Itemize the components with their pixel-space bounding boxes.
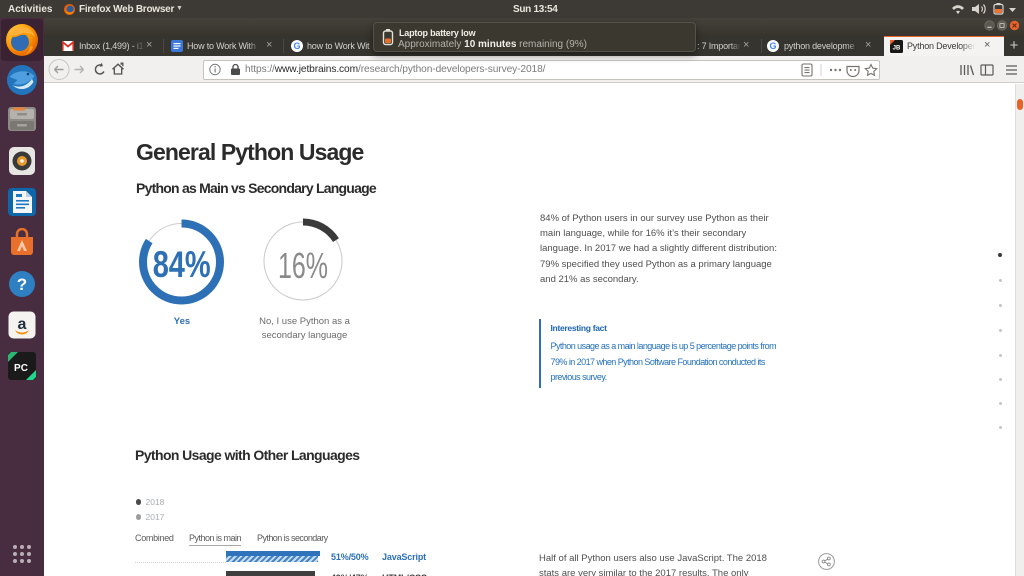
svg-text:PC: PC xyxy=(14,363,28,374)
svg-text:84%: 84% xyxy=(153,244,211,285)
svg-text:G: G xyxy=(293,41,300,51)
svg-text:G: G xyxy=(769,41,776,51)
svg-text:JB: JB xyxy=(893,46,901,52)
svg-text:?: ? xyxy=(17,275,27,294)
svg-text:16%: 16% xyxy=(278,245,328,286)
svg-text:a: a xyxy=(18,316,27,333)
